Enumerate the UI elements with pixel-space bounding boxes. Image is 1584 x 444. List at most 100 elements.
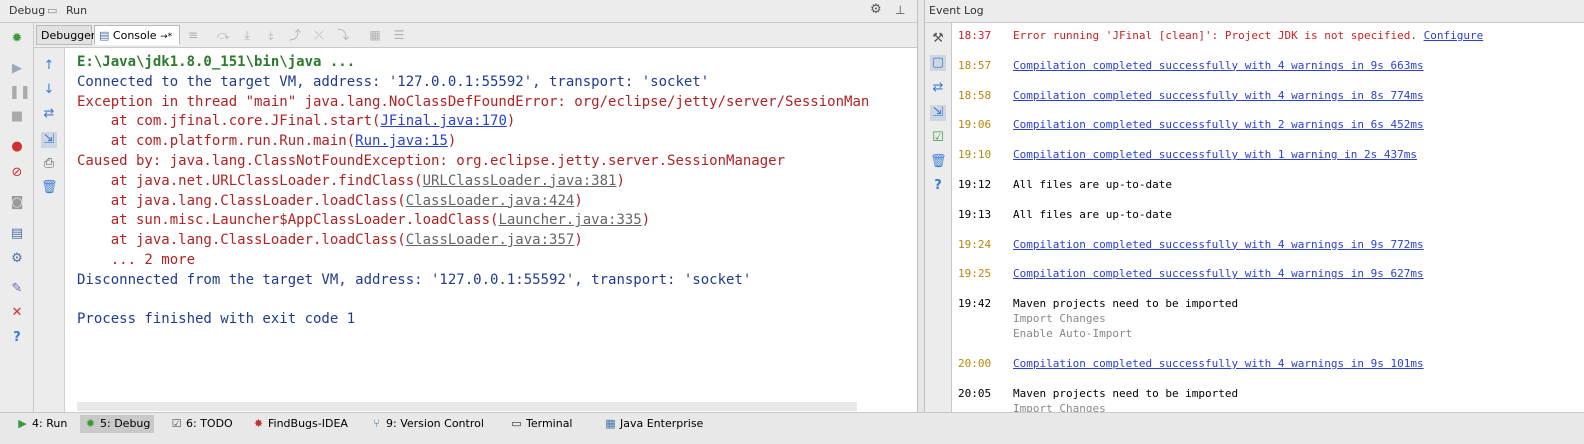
stacktrace-link[interactable]: Launcher.java:335 — [498, 212, 641, 228]
mark-read-icon[interactable]: ☑ — [930, 130, 946, 146]
event-message[interactable]: Compilation completed successfully with … — [1013, 238, 1424, 251]
event-message[interactable]: Compilation completed successfully with … — [1013, 89, 1424, 102]
scroll-to-end-icon[interactable]: ⇲ — [41, 132, 57, 148]
restore-layout-icon[interactable]: ▤ — [9, 226, 25, 242]
help-icon[interactable]: ? — [930, 178, 946, 194]
java-enterprise-icon: ▦ — [605, 417, 616, 430]
event-time: 18:58 — [958, 88, 992, 102]
wrench-icon[interactable]: ⚒ — [930, 31, 946, 47]
view-breakpoints-icon[interactable]: ● — [9, 139, 25, 155]
gear-icon[interactable]: ⚙ — [870, 3, 884, 17]
console-output[interactable]: E:\Java\jdk1.8.0_151\bin\java ... Connect… — [65, 48, 917, 412]
tab-console-suffix: →* — [160, 32, 173, 42]
event-time: 19:13 — [958, 207, 992, 221]
stop-icon[interactable]: ■ — [9, 109, 25, 125]
scroll-to-end-icon[interactable]: ⇲ — [930, 105, 946, 121]
run-tab-label[interactable]: Run — [66, 4, 87, 17]
event-time: 19:10 — [958, 148, 992, 162]
step-out-icon[interactable]: ⤴ — [288, 28, 302, 42]
soft-wrap-icon[interactable]: ⇄ — [930, 80, 946, 96]
help-icon[interactable]: ? — [9, 330, 25, 346]
event-action-link[interactable]: Import Changes — [1013, 402, 1106, 412]
event-action-link[interactable]: Enable Auto-Import — [1013, 327, 1132, 340]
step-over-icon[interactable]: ⤼ — [216, 28, 230, 42]
event-time: 19:06 — [958, 118, 992, 132]
tab-console-label: Console — [112, 29, 157, 42]
resume-icon[interactable]: ▶ — [9, 61, 25, 77]
console-line: Process finished with exit code 1 — [77, 311, 356, 328]
pin-icon[interactable]: ✎ — [9, 281, 25, 297]
pause-icon[interactable]: ❚❚ — [9, 85, 31, 101]
tab-debugger[interactable]: Debugger — [36, 25, 96, 45]
stacktrace-link[interactable]: URLClassLoader.java:381 — [423, 173, 617, 189]
hide-panel-icon[interactable]: ⊥ — [895, 3, 909, 17]
event-time: 18:37 — [958, 29, 992, 42]
event-message[interactable]: Compilation completed successfully with … — [1013, 118, 1424, 131]
tool-tab[interactable]: ☑ 6: TODO — [166, 415, 237, 433]
settings-icon[interactable]: ⚙ — [9, 251, 25, 267]
configure-link[interactable]: Configure — [1424, 29, 1484, 42]
run-tab-icon: ▭ — [47, 4, 58, 17]
down-arrow-icon[interactable]: ↓ — [41, 82, 57, 98]
camera-icon[interactable]: ◙ — [9, 195, 25, 211]
horizontal-scrollbar[interactable] — [77, 402, 857, 411]
tool-tab-label: FindBugs-IDEA — [268, 417, 348, 430]
force-step-into-icon[interactable]: ⤈ — [264, 28, 278, 42]
tool-tab[interactable]: ▦ Java Enterprise — [600, 415, 707, 433]
step-into-icon[interactable]: ⤓ — [240, 28, 254, 42]
tool-tab[interactable]: ✸ FindBugs-IDEA — [248, 415, 352, 433]
close-icon[interactable]: ✕ — [9, 305, 25, 321]
tab-console[interactable]: ▤ Console →* — [94, 25, 180, 45]
evaluate-expression-icon[interactable]: ▦ — [368, 28, 382, 42]
event-time: 19:42 — [958, 297, 992, 311]
status-bar — [0, 434, 1584, 444]
event-message[interactable]: Compilation completed successfully with … — [1013, 267, 1424, 280]
debug-rerun-icon[interactable]: ✹ — [9, 31, 25, 47]
event-message[interactable]: Compilation completed successfully with … — [1013, 357, 1424, 370]
event-message[interactable]: Compilation completed successfully with … — [1013, 59, 1424, 72]
splitter[interactable] — [917, 0, 925, 412]
tool-tab[interactable]: ⑂ 9: Version Control — [366, 415, 488, 433]
stacktrace-link[interactable]: JFinal.java:170 — [380, 113, 506, 129]
mute-breakpoints-icon[interactable]: ⊘ — [9, 165, 25, 181]
trash-icon[interactable]: 🗑 — [930, 154, 947, 170]
event-time: 20:05 — [958, 386, 992, 400]
event-message: Maven projects need to be imported — [1013, 386, 1239, 400]
trace-icon[interactable]: ☰ — [392, 28, 406, 42]
tool-tab[interactable]: ▶ 4: Run — [12, 415, 71, 433]
tool-tab[interactable]: ✹ 5: Debug — [80, 415, 155, 433]
console-line: ... 2 more — [77, 252, 196, 268]
tool-tab-label: Terminal — [526, 417, 573, 430]
event-action-link[interactable]: Import Changes — [1013, 312, 1106, 325]
event-log-toolbar: ⚒ ▢ ⇄ ⇲ ☑ 🗑 ? — [925, 23, 952, 412]
stacktrace-link[interactable]: ClassLoader.java:357 — [406, 232, 575, 248]
soft-wrap-icon[interactable]: ⇄ — [41, 106, 57, 122]
console-line: at java.net.URLClassLoader.findClass(URL… — [77, 172, 625, 189]
tool-tab-label: Java Enterprise — [620, 417, 704, 430]
console-line: at com.platform.run.Run.main(Run.java:15… — [77, 133, 457, 150]
event-message: Error running 'JFinal [clean]': Project … — [1013, 29, 1484, 42]
tab-debugger-label: Debugger — [41, 29, 96, 42]
tool-window-header: Debug ▭ Run ⚙ ⊥ Event Log — [0, 0, 1584, 23]
tool-tab-label: 6: TODO — [186, 417, 233, 430]
stacktrace-link[interactable]: ClassLoader.java:424 — [406, 193, 575, 209]
up-arrow-icon[interactable]: ↑ — [41, 58, 57, 74]
event-time: 18:57 — [958, 58, 992, 72]
trash-icon[interactable]: 🗑 — [41, 180, 58, 196]
stacktrace-link[interactable]: Run.java:15 — [355, 133, 448, 149]
show-execution-point-icon[interactable]: ≡ — [186, 28, 200, 42]
debug-tab-label[interactable]: Debug — [9, 4, 45, 17]
debug-toolbar: ✹ ▶ ❚❚ ■ ● ⊘ ◙ ▤ ⚙ ✎ ✕ ? — [0, 23, 34, 412]
console-line: at sun.misc.Launcher$AppClassLoader.load… — [77, 212, 651, 229]
balloon-icon[interactable]: ▢ — [930, 55, 946, 71]
console-line: Exception in thread "main" java.lang.NoC… — [77, 93, 870, 110]
console-icon: ▤ — [99, 29, 110, 42]
tool-tab[interactable]: ▭ Terminal — [506, 415, 577, 433]
event-message[interactable]: Compilation completed successfully with … — [1013, 148, 1417, 161]
print-icon[interactable]: ⎙ — [41, 156, 57, 172]
drop-frame-icon[interactable]: ⤫ — [312, 28, 326, 42]
todo-icon: ☑ — [171, 417, 182, 430]
run-to-cursor-icon[interactable]: ⤵ — [336, 28, 350, 42]
console-gutter: ↑ ↓ ⇄ ⇲ ⎙ 🗑 — [34, 48, 65, 412]
console-line: Disconnected from the target VM, address… — [77, 271, 752, 288]
